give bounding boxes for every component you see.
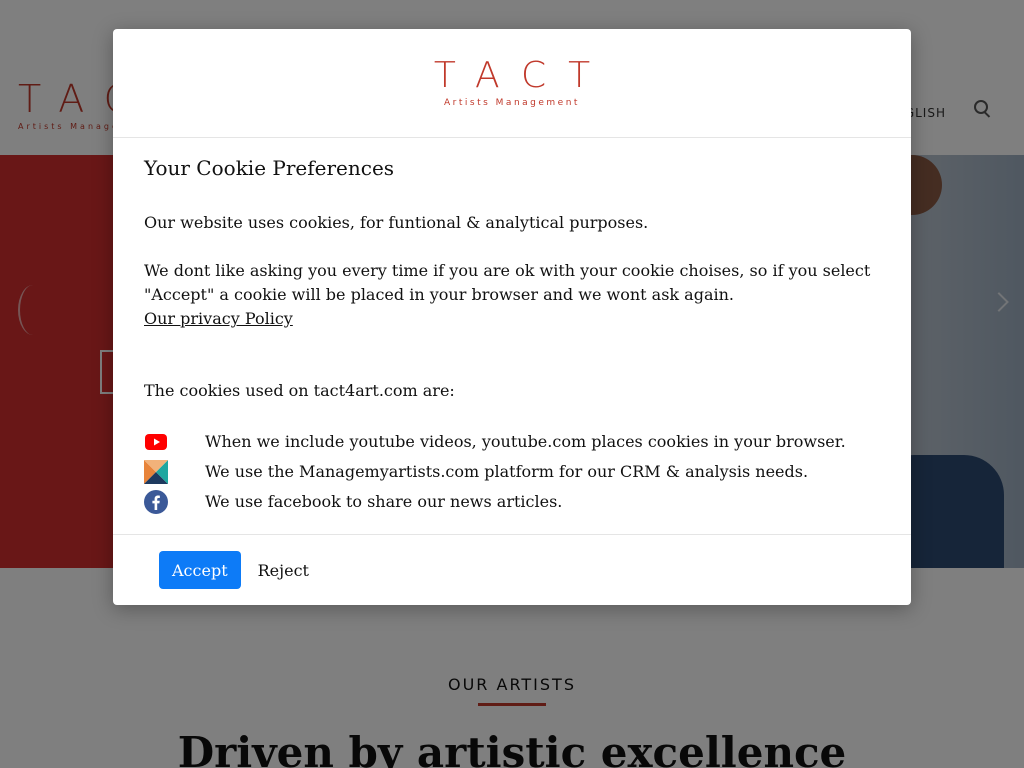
modal-header: TACT Artists Management <box>113 29 911 138</box>
managemyartists-icon <box>144 460 168 484</box>
brand-logo: TACT Artists Management <box>434 58 590 109</box>
cookie-intro-text: Our website uses cookies, for funtional … <box>144 213 649 232</box>
modal-body: Your Cookie Preferences Our website uses… <box>113 138 911 517</box>
modal-footer: Accept Reject <box>113 534 911 605</box>
cookie-item-facebook: We use facebook to share our news articl… <box>144 487 880 517</box>
cookie-item-text: When we include youtube videos, youtube.… <box>205 432 846 451</box>
brand-logo-sub: Artists Management <box>444 98 580 108</box>
youtube-icon <box>144 430 168 454</box>
cookie-item-text: We use the Managemyartists.com platform … <box>205 462 809 481</box>
reject-button[interactable]: Reject <box>258 551 309 589</box>
cookie-explanation-text: We dont like asking you every time if yo… <box>144 261 871 304</box>
facebook-icon <box>144 490 168 514</box>
cookies-list-intro: The cookies used on tact4art.com are: <box>144 381 455 400</box>
cookie-item-youtube: When we include youtube videos, youtube.… <box>144 427 880 457</box>
accept-button[interactable]: Accept <box>159 551 241 589</box>
privacy-policy-link[interactable]: Our privacy Policy <box>144 309 293 328</box>
brand-logo-word: TACT <box>433 55 613 96</box>
cookie-preferences-modal: TACT Artists Management Your Cookie Pref… <box>113 29 911 605</box>
cookie-item-managemyartists: We use the Managemyartists.com platform … <box>144 457 880 487</box>
cookie-item-text: We use facebook to share our news articl… <box>205 492 563 511</box>
modal-title: Your Cookie Preferences <box>144 156 395 180</box>
